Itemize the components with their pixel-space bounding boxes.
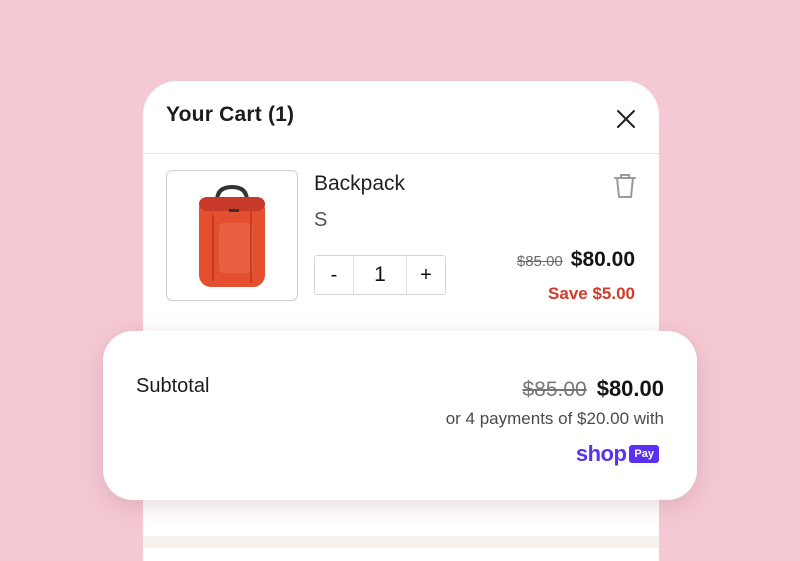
item-savings: Save $5.00 [548, 284, 635, 303]
subtotal-compare-price: $85.00 [522, 378, 587, 401]
shop-pay-pill: Pay [629, 445, 659, 463]
trash-icon [614, 174, 636, 198]
item-compare-price: $85.00 [516, 253, 563, 270]
product-variant: S [314, 209, 328, 231]
cart-title: Your Cart (1) [166, 103, 295, 126]
close-button[interactable] [612, 105, 640, 133]
decrease-quantity-button[interactable]: - [315, 256, 353, 294]
quantity-value[interactable]: 1 [353, 256, 407, 294]
product-thumbnail[interactable] [166, 170, 298, 301]
close-icon [617, 110, 635, 128]
subtotal-label: Subtotal [136, 375, 210, 397]
product-name[interactable]: Backpack [314, 172, 405, 196]
installments-text: or 4 payments of $20.00 with [445, 409, 664, 428]
remove-item-button[interactable] [612, 172, 638, 200]
cart-header: Your Cart (1) [143, 81, 659, 154]
item-price: $80.00 [570, 248, 635, 271]
cart-line-item: Backpack S - 1 + $85.00 $80.00 Save $5.0… [143, 154, 659, 334]
subtotal-card: Subtotal $85.00 $80.00 or 4 payments of … [103, 331, 697, 500]
increase-quantity-button[interactable]: + [407, 256, 445, 294]
shop-pay-logo[interactable]: shop Pay [576, 441, 659, 467]
cart-footer-strip [143, 536, 659, 548]
backpack-icon [199, 184, 265, 287]
item-price-row: $85.00 $80.00 [517, 248, 635, 272]
shop-pay-wordmark: shop [575, 441, 627, 466]
subtotal-price-row: $85.00 $80.00 [522, 376, 664, 402]
subtotal-price: $80.00 [596, 376, 664, 401]
quantity-stepper: - 1 + [314, 255, 446, 295]
